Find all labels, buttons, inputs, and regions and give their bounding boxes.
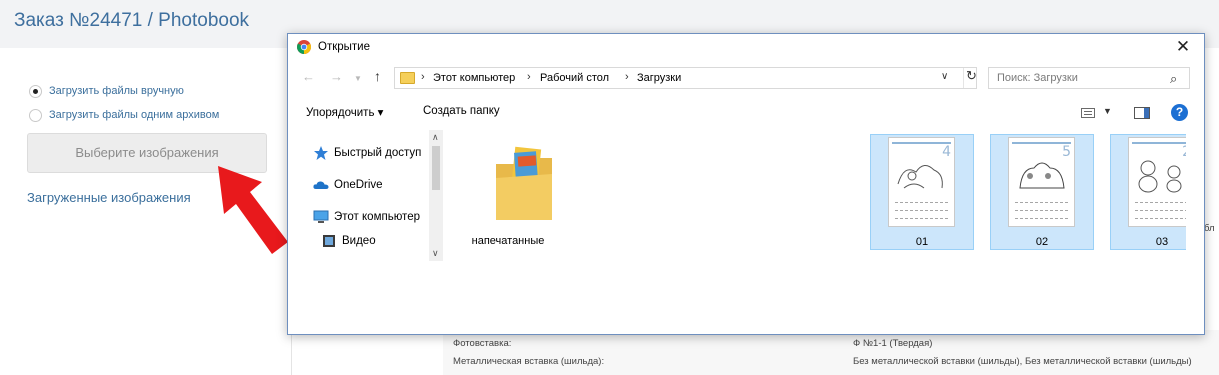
upload-manual-label: Загрузить файлы вручную xyxy=(49,85,184,97)
detail-key: Металлическая вставка (шильда): xyxy=(453,356,605,367)
nav-item-label: Этот компьютер xyxy=(334,211,420,223)
image-item-03[interactable]: 2 03 xyxy=(1110,134,1186,250)
nav-item-video[interactable]: Видео xyxy=(321,232,376,250)
folder-icon xyxy=(496,146,552,220)
nav-item-this-computer[interactable]: Этот компьютер xyxy=(313,208,420,226)
folder-icon xyxy=(400,72,415,84)
page-digit: 5 xyxy=(1062,144,1071,160)
red-arrow-icon xyxy=(218,166,288,254)
file-name: 01 xyxy=(915,236,929,248)
search-icon[interactable]: ⌕ xyxy=(1170,71,1177,87)
upload-manual-option[interactable]: Загрузить файлы вручную xyxy=(29,83,184,99)
breadcrumb-separator-icon[interactable]: › xyxy=(625,71,629,83)
scroll-down-icon[interactable]: ∨ xyxy=(432,248,439,259)
address-bar[interactable]: › Этот компьютер › Рабочий стол › Загруз… xyxy=(394,67,977,89)
dialog-titlebar[interactable]: Открытие ✕ xyxy=(288,34,1204,60)
navigation-bar: ← → ▼ ↑ › Этот компьютер › Рабочий стол … xyxy=(288,65,1204,91)
page-digit: 2 xyxy=(1182,144,1186,160)
page: Заказ №24471 / Photobook Загрузить файлы… xyxy=(0,0,1219,375)
video-icon xyxy=(323,235,335,247)
folder-item[interactable]: напечатанные xyxy=(456,134,560,250)
breadcrumb-this-computer[interactable]: Этот компьютер xyxy=(433,72,515,84)
new-folder-button[interactable]: Создать папку xyxy=(423,105,500,117)
open-file-dialog: Открытие ✕ ← → ▼ ↑ › Этот компьютер › Ра… xyxy=(287,33,1205,335)
refresh-icon[interactable]: ↻ xyxy=(963,68,979,88)
image-thumbnail: 4 xyxy=(888,137,955,227)
coloring-page-picture xyxy=(1019,162,1065,189)
image-item-01[interactable]: 4 01 xyxy=(870,134,974,250)
preview-pane-icon[interactable] xyxy=(1134,107,1150,119)
file-name: 02 xyxy=(1035,236,1049,248)
image-item-02[interactable]: 5 02 xyxy=(990,134,1094,250)
radio-archive[interactable] xyxy=(29,108,42,122)
file-list: напечатанные 4 01 5 02 03 xyxy=(444,130,1186,261)
page-title: Заказ №24471 / Photobook xyxy=(14,10,250,31)
image-thumbnail: 2 xyxy=(1128,137,1186,227)
detail-row: Металлическая вставка (шильда): Без мета… xyxy=(443,352,1219,370)
breadcrumb-desktop[interactable]: Рабочий стол xyxy=(540,72,609,84)
detail-value: Ф №1-1 (Твердая) xyxy=(853,338,933,349)
help-icon[interactable]: ? xyxy=(1171,104,1188,121)
page-digit: 4 xyxy=(942,144,951,160)
view-chevron-down-icon[interactable]: ▼ xyxy=(1103,106,1112,116)
radio-manual[interactable] xyxy=(29,84,42,98)
divider xyxy=(291,330,292,375)
breadcrumb-separator-icon[interactable]: › xyxy=(421,71,425,83)
forward-arrow-icon[interactable]: → xyxy=(330,69,343,84)
navigation-pane: Быстрый доступ OneDrive Этот компьютер В… xyxy=(288,130,443,261)
nav-item-quick-access[interactable]: Быстрый доступ xyxy=(313,144,421,162)
file-name: напечатанные xyxy=(471,235,545,247)
nav-item-onedrive[interactable]: OneDrive xyxy=(313,176,383,194)
scroll-up-icon[interactable]: ∧ xyxy=(432,132,439,143)
back-arrow-icon[interactable]: ← xyxy=(302,69,315,84)
dialog-toolbar: Упорядочить ▾ Создать папку ▼ ? xyxy=(288,100,1204,126)
breadcrumb-separator-icon[interactable]: › xyxy=(527,71,531,83)
scroll-thumb[interactable] xyxy=(432,146,440,190)
detail-key: Фотовставка: xyxy=(453,338,512,349)
cloud-icon xyxy=(313,181,329,189)
file-name: 03 xyxy=(1155,236,1169,248)
search-input[interactable]: Поиск: Загрузки ⌕ xyxy=(988,67,1190,89)
nav-item-label: Быстрый доступ xyxy=(334,147,422,159)
image-thumbnail: 5 xyxy=(1008,137,1075,227)
chevron-down-icon[interactable]: ∨ xyxy=(941,71,948,82)
upload-archive-label: Загрузить файлы одним архивом xyxy=(49,109,220,121)
uploaded-images-link[interactable]: Загруженные изображения xyxy=(27,190,191,205)
nav-scrollbar[interactable]: ∧ ∨ xyxy=(429,130,443,261)
dialog-title: Открытие xyxy=(318,41,370,53)
search-placeholder: Поиск: Загрузки xyxy=(997,72,1078,84)
organize-button[interactable]: Упорядочить ▾ xyxy=(306,105,383,119)
nav-item-label: OneDrive xyxy=(334,179,383,191)
nav-item-label: Видео xyxy=(342,235,376,247)
breadcrumb-downloads[interactable]: Загрузки xyxy=(637,72,681,84)
detail-value: Без металлической вставки (шильды), Без … xyxy=(853,356,1192,367)
detail-row: Фотовставка: Ф №1-1 (Твердая) xyxy=(443,334,1219,352)
computer-icon xyxy=(313,210,329,223)
coloring-page-picture xyxy=(897,165,943,189)
chrome-icon xyxy=(297,40,311,54)
view-mode-icon[interactable] xyxy=(1081,108,1095,118)
upload-archive-option[interactable]: Загрузить файлы одним архивом xyxy=(29,107,219,123)
coloring-page-picture xyxy=(1138,160,1182,193)
up-arrow-icon[interactable]: ↑ xyxy=(374,68,381,84)
star-icon xyxy=(314,146,328,160)
clipped-text: бл xyxy=(1204,223,1215,234)
recent-locations-chevron-icon[interactable]: ▼ xyxy=(354,74,362,83)
close-icon[interactable]: ✕ xyxy=(1168,37,1198,57)
